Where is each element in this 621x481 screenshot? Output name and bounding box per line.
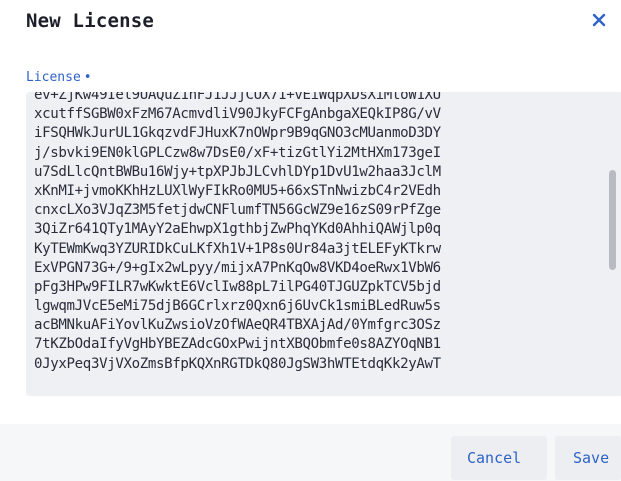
license-text-line: xcutffSGBW0xFzM67AcmvdliV90JkyFCFgAnbgaX… [34,106,441,123]
license-field-label: License • [26,70,92,86]
textarea-scrollbar[interactable] [607,92,617,396]
cancel-button[interactable]: Cancel [451,436,547,480]
license-textarea[interactable]: ev+ZjKw49Iel9UAQuZ1nFJ1JJjCUX71+vEiWqpXD… [26,92,621,396]
license-text-line: ExVPGN73G+/9+gIx2wLpyy/mijxA7PnKqOw8VKD4… [34,259,441,276]
license-text-line: iFSQHWkJurUL1GkqzvdFJHuxK7nOWpr9B9qGNO3c… [34,125,441,142]
required-marker: • [83,70,92,85]
license-text-content[interactable]: ev+ZjKw49Iel9UAQuZ1nFJ1JJjCUX71+vEiWqpXD… [34,92,601,374]
license-text-line: xKnMI+jvmoKKhHzLUXlWyFIkRo0MU5+66xSTnNwi… [34,182,441,199]
license-text-line: KyTEWmKwq3YZURIDkCuLKfXh1V+1P8s0Ur84a3jt… [34,240,441,257]
license-text-line: pFg3HPw9FILR7wKwktE6VclIw88pL7ilPG40TJGU… [34,278,441,295]
scrollbar-thumb[interactable] [609,170,616,270]
dialog-header: New License [26,8,621,38]
license-text-line: acBMNkuAFiYovlKuZwsioVzOfWAeQR4TBXAjAd/0… [34,317,441,334]
license-text-line: 0JyxPeq3VjVXoZmsBfpKQXnRGTDkQ80JgSW3hWTE… [34,355,441,372]
dialog-footer: Cancel Save [0,424,621,481]
license-text-line: cnxcLXo3VJqZ3M5fetjdwCNFlumfTN56GcWZ9e16… [34,202,441,219]
license-text-line: u7SdLlcQntBWBu16Wjy+tpXPJbJLCvhlDYp1DvU1… [34,163,441,180]
license-text-line: ev+ZjKw49Iel9UAQuZ1nFJ1JJjCUX71+vEiWqpXD… [34,92,441,103]
dialog-title: New License [26,10,155,32]
new-license-dialog: New License License • ev+ZjKw49Iel9UAQuZ1… [0,0,621,481]
close-icon[interactable] [589,10,609,30]
license-text-line: 3QiZr641QTy1MAyY2aEhwpX1gthbjZwPhqYKd0Ah… [34,221,441,238]
license-text-line: lgwqmJVcE5eMi75djB6GCrlxrz0Qxn6j6UvCk1sm… [34,298,441,315]
close-icon-glyph [592,13,606,27]
save-button[interactable]: Save [555,436,621,480]
license-text-line: j/sbvki9EN0klGPLCzw8w7DsE0/xF+tizGtlYi2M… [34,144,441,161]
license-text-line: 7tKZbOdaIfyVgHbYBEZAdcGOxPwijntXBQObmfe0… [34,336,441,353]
license-label-text: License [26,70,81,85]
